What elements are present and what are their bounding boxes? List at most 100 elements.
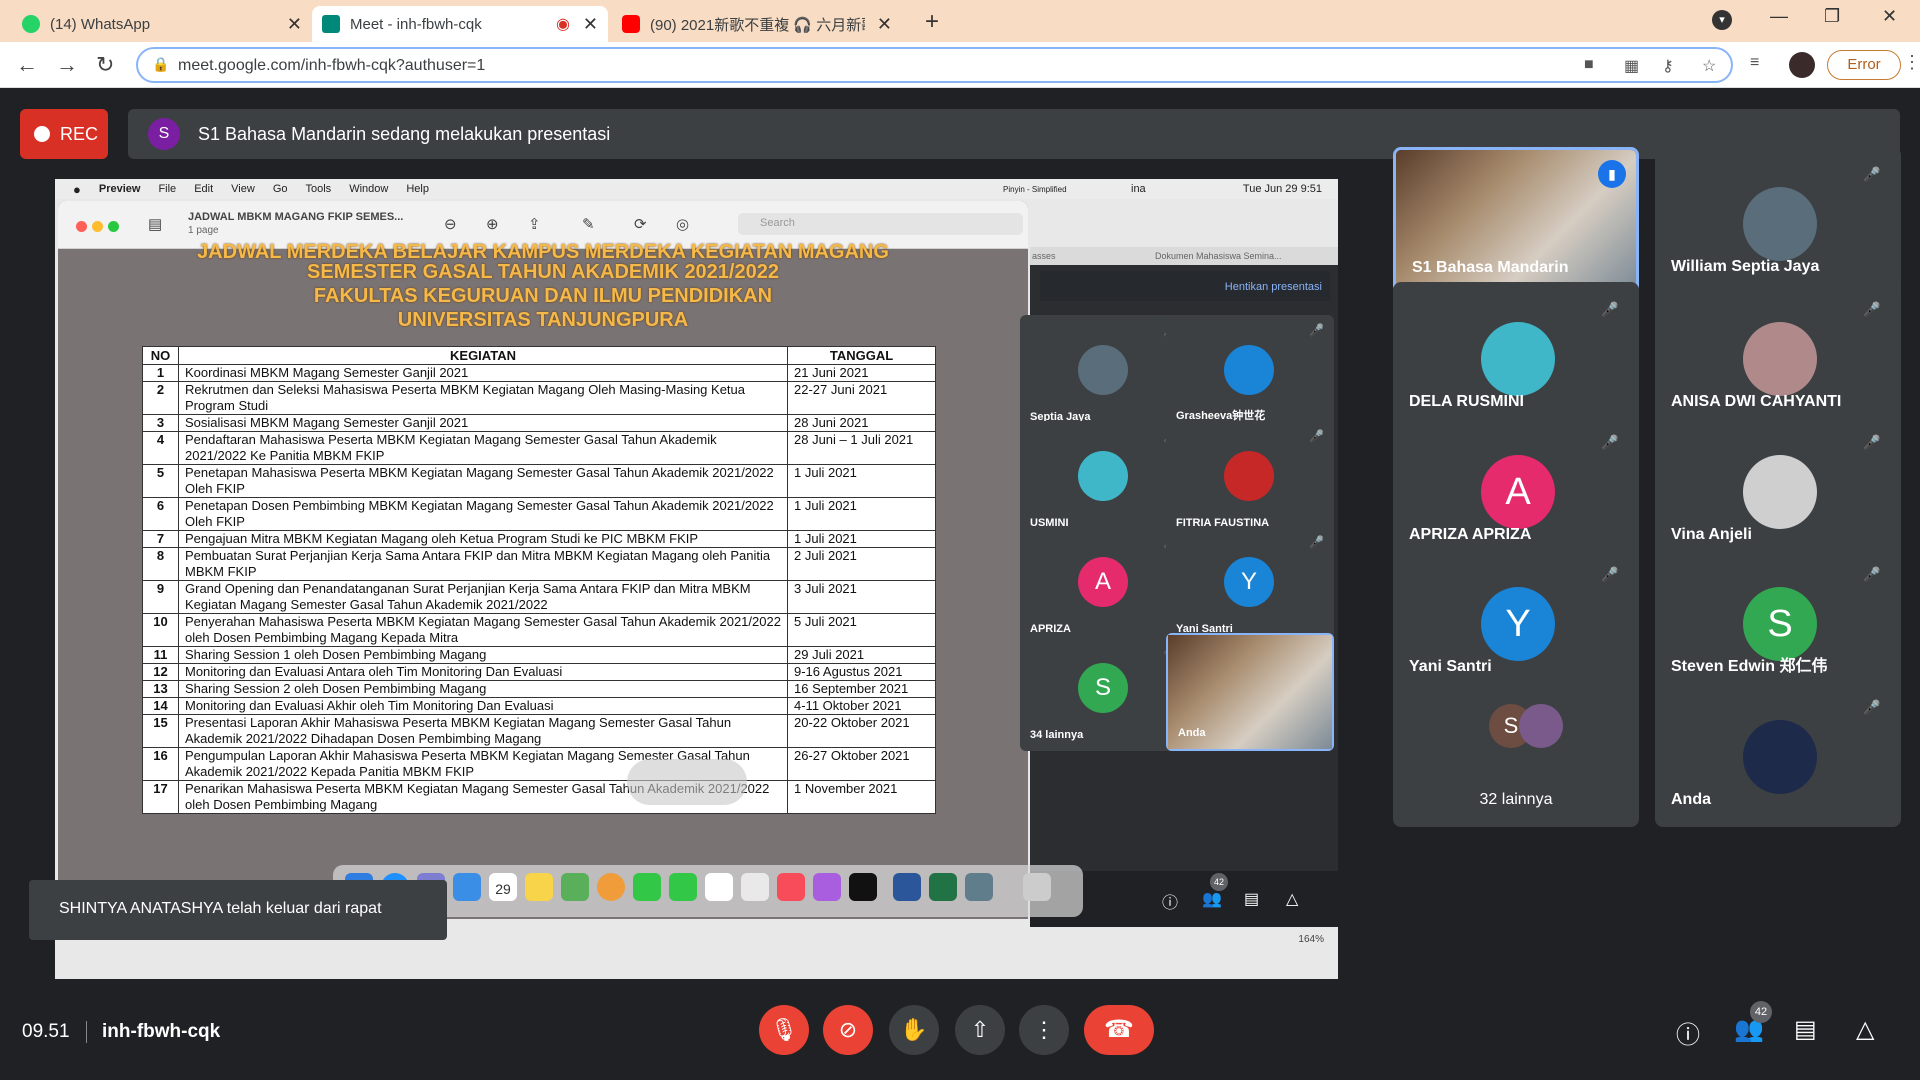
numbers-icon[interactable] — [705, 873, 733, 901]
row-no: 9 — [142, 580, 179, 614]
rec-label: REC — [60, 123, 99, 144]
tab-whatsapp[interactable]: (14) WhatsApp ✕ — [12, 6, 312, 42]
activities-icon[interactable]: △ — [1856, 1015, 1874, 1044]
row-tanggal: 4-11 Oktober 2021 — [787, 697, 936, 715]
word-icon[interactable] — [893, 873, 921, 901]
row-tanggal: 26-27 Oktober 2021 — [787, 747, 936, 781]
participant-tile[interactable]: A 🎤 APRIZA APRIZA — [1393, 415, 1639, 562]
restore-icon[interactable]: ❐ — [1824, 6, 1840, 27]
participant-tile[interactable]: ▮ S1 Bahasa Mandarin — [1393, 147, 1639, 294]
camera-off-button[interactable]: ⊘ — [823, 1005, 873, 1055]
zoom-dot-icon[interactable] — [108, 221, 119, 232]
zoom-level: 164% — [1298, 934, 1324, 945]
sidebar-icon[interactable]: ▤ — [148, 215, 162, 233]
chat-icon[interactable]: ▤ — [1244, 889, 1259, 909]
tv-icon[interactable] — [849, 873, 877, 901]
notes-icon[interactable] — [525, 873, 553, 901]
meeting-details-icon[interactable]: ⓘ — [1676, 1015, 1700, 1050]
back-icon[interactable]: ← — [16, 52, 38, 78]
facetime-icon[interactable] — [669, 873, 697, 901]
close-icon[interactable]: ✕ — [877, 14, 892, 35]
row-kegiatan: Pendaftaran Mahasiswa Peserta MBKM Kegia… — [178, 431, 788, 465]
more-options-button[interactable]: ⋮ — [1019, 1005, 1069, 1055]
stop-presenting-button[interactable]: Hentikan presentasi — [1040, 271, 1330, 301]
key-icon[interactable]: ⚷ — [1662, 56, 1674, 76]
markup-icon[interactable]: ✎ — [582, 215, 595, 233]
pip-icon[interactable]: ▦ — [1624, 56, 1639, 76]
music-icon[interactable] — [777, 873, 805, 901]
mini-participant-tile[interactable]: A🎤APRIZA — [1020, 527, 1188, 645]
new-tab-button[interactable]: + — [925, 8, 939, 36]
profile-avatar[interactable] — [1789, 52, 1815, 78]
minimize-dot-icon[interactable] — [92, 221, 103, 232]
tab-search-icon[interactable]: ▾ — [1712, 10, 1732, 30]
calendar-icon[interactable]: 29 — [489, 873, 517, 901]
participant-tile[interactable]: Y 🎤 Yani Santri — [1393, 547, 1639, 694]
close-window-icon[interactable]: ✕ — [1882, 6, 1897, 27]
meet-area: REC S S1 Bahasa Mandarin sedang melakuka… — [0, 89, 1920, 1080]
minimize-icon[interactable]: — — [1770, 6, 1788, 27]
media-icon[interactable]: ≡ — [1750, 54, 1759, 72]
zoom-in-icon[interactable]: ⊕ — [486, 215, 499, 233]
reload-icon[interactable]: ↻ — [96, 52, 114, 78]
keynote-icon[interactable] — [741, 873, 769, 901]
participant-tile[interactable]: 🎤 ANISA DWI CAHYANTI — [1655, 282, 1901, 429]
photos-icon[interactable] — [597, 873, 625, 901]
forward-icon[interactable]: → — [56, 52, 78, 78]
participant-tile[interactable]: 🎤 William Septia Jaya — [1655, 147, 1901, 294]
leave-notification: SHINTYA ANATASHYA telah keluar dari rapa… — [29, 880, 447, 940]
star-icon[interactable]: ☆ — [1702, 56, 1716, 76]
participant-tile[interactable]: S 🎤 Steven Edwin 郑仁伟 — [1655, 547, 1901, 694]
zoom-out-icon[interactable]: ⊖ — [444, 215, 457, 233]
url-input[interactable]: 🔒 meet.google.com/inh-fbwh-cqk?authuser=… — [136, 47, 1733, 83]
search-input[interactable]: Search — [738, 213, 1023, 235]
tab-meet[interactable]: Meet - inh-fbwh-cqk ◉ ✕ — [312, 6, 608, 42]
close-dot-icon[interactable] — [76, 221, 87, 232]
mini-participant-tile[interactable]: Y 🎤 Yani Santri — [1166, 527, 1334, 645]
close-icon[interactable]: ✕ — [583, 14, 598, 35]
participant-tile[interactable]: 🎤 Vina Anjeli — [1655, 415, 1901, 562]
participant-tile[interactable]: 🎤 DELA RUSMINI — [1393, 282, 1639, 429]
close-icon[interactable]: ✕ — [287, 14, 302, 35]
preview-title: JADWAL MBKM MAGANG FKIP SEMES... — [188, 211, 404, 223]
messages-icon[interactable] — [633, 873, 661, 901]
rotate-icon[interactable]: ⟳ — [634, 215, 647, 233]
info-icon[interactable]: ⓘ — [1162, 889, 1178, 913]
tab-youtube[interactable]: (90) 2021新歌不重複 🎧 六月新歌 ✕ — [612, 6, 902, 42]
share-icon[interactable]: ⇪ — [528, 215, 541, 233]
leave-call-button[interactable]: ☎ — [1084, 1005, 1154, 1055]
doc-heading-4: UNIVERSITAS TANJUNGPURA — [397, 309, 689, 331]
mic-off-button[interactable]: 🎙 — [759, 1005, 809, 1055]
podcasts-icon[interactable] — [813, 873, 841, 901]
mini-participant-tile[interactable]: S🎤34 lainnya — [1020, 633, 1188, 751]
participant-tile[interactable]: 🎤 Anda — [1655, 680, 1901, 827]
row-no: 7 — [142, 530, 179, 548]
people-icon[interactable]: 👥 — [1202, 889, 1222, 909]
participant-avatar — [1481, 322, 1555, 396]
row-kegiatan: Rekrutmen dan Seleksi Mahasiswa Peserta … — [178, 381, 788, 415]
participant-name: Anda — [1178, 727, 1206, 739]
menu-icon[interactable]: ⋮ — [1903, 52, 1920, 73]
mail-icon[interactable] — [453, 873, 481, 901]
maps-icon[interactable] — [561, 873, 589, 901]
row-kegiatan: Pengajuan Mitra MBKM Kegiatan Magang ole… — [178, 530, 788, 548]
chat-icon[interactable]: ▤ — [1794, 1015, 1817, 1044]
participant-avatar — [1224, 451, 1274, 501]
raise-hand-button[interactable]: ✋ — [889, 1005, 939, 1055]
trash-icon[interactable] — [1023, 873, 1051, 901]
mini-participant-tile[interactable]: 🎤 Grasheeva钟世花 — [1166, 315, 1334, 433]
mini-participant-tile[interactable]: 🎤 FITRIA FAUSTINA — [1166, 421, 1334, 539]
participant-tile[interactable]: S 32 lainnya — [1393, 680, 1639, 827]
preview-app-icon[interactable] — [965, 873, 993, 901]
mini-participant-tile[interactable]: Anda — [1166, 633, 1334, 751]
table-row: 7 Pengajuan Mitra MBKM Kegiatan Magang ol… — [142, 530, 936, 548]
error-button[interactable]: Error — [1827, 50, 1901, 80]
excel-icon[interactable] — [929, 873, 957, 901]
camera-icon[interactable]: ■ — [1584, 56, 1594, 74]
annotate-icon[interactable]: ◎ — [676, 215, 689, 233]
mini-participant-tile[interactable]: 🎤USMINI — [1020, 421, 1188, 539]
activities-icon[interactable]: △ — [1286, 889, 1298, 909]
participant-count-badge: 42 — [1750, 1001, 1772, 1023]
present-button[interactable]: ⇧ — [955, 1005, 1005, 1055]
mini-participant-tile[interactable]: 🎤Septia Jaya — [1020, 315, 1188, 433]
